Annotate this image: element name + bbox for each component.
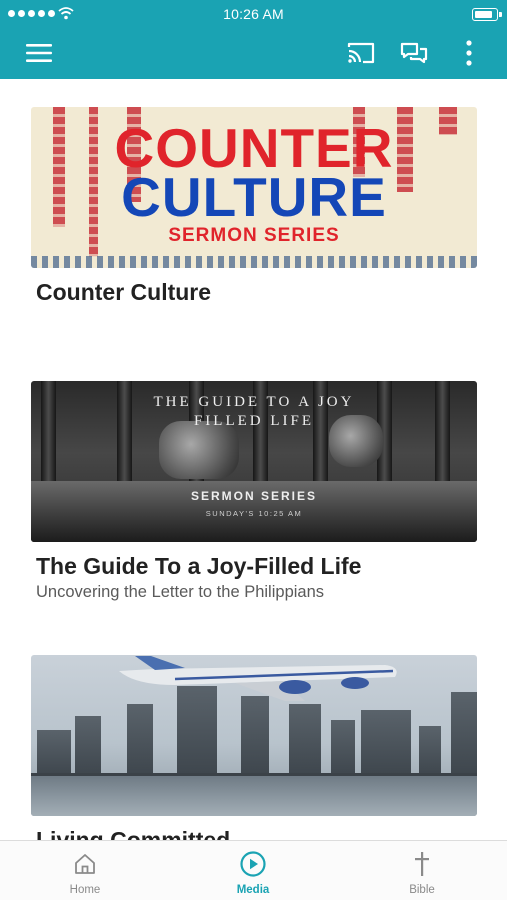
- series-artwork[interactable]: COUNTER CULTURE SERMON SERIES: [31, 107, 477, 268]
- artwork-building: [37, 730, 71, 776]
- tab-bible[interactable]: Bible: [367, 841, 477, 900]
- app-header: 10:26 AM: [0, 0, 507, 79]
- cross-icon: [415, 852, 429, 876]
- artwork-building: [289, 704, 321, 776]
- more-options-button[interactable]: [452, 38, 486, 68]
- menu-icon: [26, 44, 52, 62]
- tab-home[interactable]: Home: [30, 841, 140, 900]
- media-item-title[interactable]: Living Committed: [36, 827, 477, 840]
- status-bar: 10:26 AM: [0, 0, 507, 28]
- artwork-text: SERMON SERIES: [190, 489, 318, 503]
- artwork-building: [331, 720, 355, 776]
- media-item-title[interactable]: The Guide To a Joy-Filled Life: [36, 553, 477, 580]
- artwork-building: [451, 692, 477, 776]
- artwork-building: [241, 696, 269, 776]
- artwork-building: [127, 704, 153, 776]
- series-artwork[interactable]: THE GUIDE TO A JOY FILLED LIFE SERMON SE…: [31, 381, 477, 542]
- play-circle-icon: [240, 851, 266, 877]
- media-item-counter-culture[interactable]: COUNTER CULTURE SERMON SERIES Counter Cu…: [31, 107, 477, 306]
- artwork-building: [75, 716, 101, 776]
- artwork-texture: [31, 256, 477, 268]
- artwork-text: SUNDAY'S 10:25 AM: [205, 509, 303, 518]
- status-time: 10:26 AM: [223, 6, 284, 22]
- battery-icon: [472, 8, 502, 21]
- artwork-text: FILLED LIFE: [193, 413, 315, 429]
- cast-button[interactable]: [344, 38, 378, 68]
- artwork-text: CULTURE: [121, 166, 387, 228]
- series-artwork[interactable]: [31, 655, 477, 816]
- media-item-living-committed[interactable]: Living Committed: [31, 655, 477, 840]
- tab-label: Media: [236, 884, 270, 896]
- media-item-title[interactable]: Counter Culture: [36, 279, 477, 306]
- tab-media[interactable]: Media: [198, 841, 308, 900]
- home-icon: [75, 854, 95, 874]
- more-vertical-icon: [466, 40, 472, 66]
- artwork-airplane: [119, 656, 397, 701]
- menu-button[interactable]: [22, 38, 56, 68]
- chat-button[interactable]: [397, 38, 431, 68]
- bottom-tab-bar: Home Media Bible: [0, 840, 507, 900]
- artwork-building: [361, 710, 411, 776]
- artwork-water: [31, 776, 477, 816]
- media-list[interactable]: COUNTER CULTURE SERMON SERIES Counter Cu…: [0, 79, 507, 840]
- media-item-subtitle: Uncovering the Letter to the Philippians: [36, 583, 325, 601]
- artwork-building: [419, 726, 441, 776]
- cast-icon: [347, 42, 375, 64]
- artwork-text: THE GUIDE TO A JOY: [153, 394, 355, 410]
- tab-label: Home: [69, 884, 101, 896]
- chat-icon: [400, 42, 428, 64]
- artwork-text: SERMON SERIES: [168, 225, 340, 246]
- media-item-joy-filled-life[interactable]: THE GUIDE TO A JOY FILLED LIFE SERMON SE…: [31, 381, 477, 602]
- tab-label: Bible: [409, 884, 435, 896]
